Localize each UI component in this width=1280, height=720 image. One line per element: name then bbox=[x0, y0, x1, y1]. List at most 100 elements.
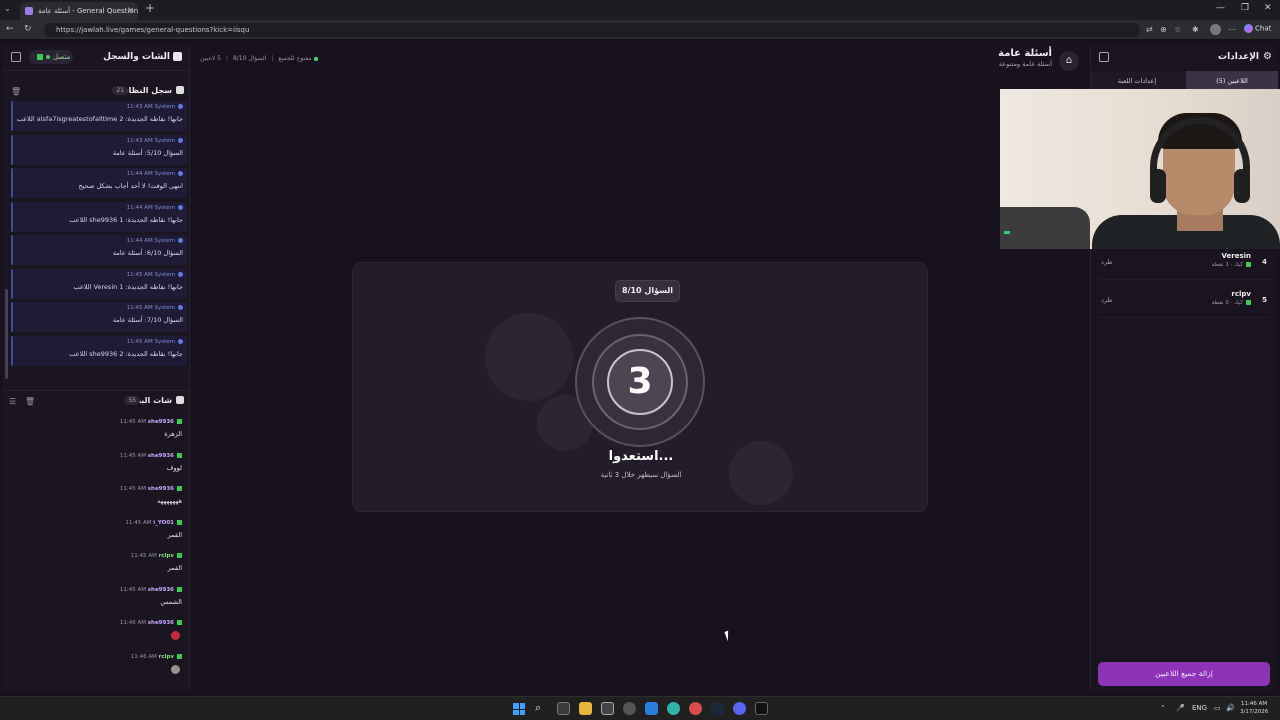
url-input[interactable]: https://jawlah.live/games/general-questi… bbox=[44, 23, 1140, 37]
minimize-icon[interactable]: — bbox=[1216, 3, 1225, 13]
chat-username[interactable]: i_YO01 bbox=[153, 520, 174, 526]
kick-logo-icon bbox=[37, 54, 43, 60]
kick-player-button[interactable]: طرد bbox=[1101, 296, 1113, 304]
remove-all-players-button[interactable]: إزالة جميع اللاعبين bbox=[1098, 662, 1270, 686]
microphone-icon[interactable]: 🎤 bbox=[1176, 704, 1185, 712]
kick-badge-icon bbox=[177, 519, 182, 525]
clear-chat-icon[interactable]: 🗑 bbox=[25, 397, 35, 406]
home-button[interactable]: ⌂ bbox=[1059, 51, 1079, 71]
log-message: اللاعب she9936 جابها! نقاطه الجديدة: 2 bbox=[69, 349, 183, 358]
start-button[interactable] bbox=[513, 703, 525, 715]
tab-list-icon[interactable]: ⌄ bbox=[4, 4, 11, 13]
kick-badge-icon bbox=[177, 653, 182, 659]
chat-emote-icon bbox=[171, 631, 180, 640]
filter-icon[interactable]: ☰ bbox=[9, 397, 16, 406]
log-message: السؤال 5/10: أسئلة عامة bbox=[112, 148, 183, 157]
chrome-icon[interactable] bbox=[689, 702, 702, 715]
player-rank: 4 bbox=[1262, 258, 1267, 266]
chat-message: 11:45 AM rclpv القمر bbox=[22, 553, 182, 583]
stream-chat-header: شات البث 55 ☰ 🗑 bbox=[3, 390, 190, 412]
player-name: Veresin bbox=[1221, 252, 1251, 260]
chat-username[interactable]: rclpv bbox=[159, 654, 174, 660]
chat-meta: 11:45 AM she9936 bbox=[120, 419, 182, 425]
browser-tabstrip: ⌄ أسئلة عامة - General Questions | ... ✕… bbox=[0, 0, 1280, 20]
home-icon: ⌂ bbox=[1065, 55, 1073, 66]
system-log-entry: 11:45 AM System اللاعب Veresin جابها! نقا… bbox=[11, 268, 187, 299]
search-icon[interactable]: ⌕ bbox=[535, 701, 541, 715]
player-score: كيك · 0 نقطة bbox=[1212, 300, 1251, 306]
new-tab-icon[interactable]: + bbox=[145, 1, 155, 15]
log-message: اللاعب Veresin جابها! نقاطه الجديدة: 1 bbox=[73, 282, 183, 291]
system-log-entry: 11:45 AM System اللاعب she9936 جابها! نقا… bbox=[11, 335, 187, 366]
system-clock[interactable]: 11:46 AM 3/17/2026 bbox=[1240, 700, 1268, 716]
tab-players[interactable]: اللاعبين (5) bbox=[1186, 71, 1278, 91]
close-window-icon[interactable]: ✕ bbox=[1264, 3, 1272, 13]
zoom-icon[interactable]: ⊕ bbox=[1160, 25, 1167, 34]
reload-icon[interactable]: ↻ bbox=[24, 24, 32, 34]
log-message: اللاعب alsfa7isgreatestofalltime جابها! … bbox=[16, 115, 183, 123]
profile-avatar[interactable] bbox=[1210, 24, 1221, 35]
bookmark-star-icon[interactable]: ☆ bbox=[1174, 25, 1181, 34]
chat-username[interactable]: she9936 bbox=[148, 620, 174, 626]
system-log-list[interactable]: 11:43 AM System اللاعب alsfa7isgreatestof… bbox=[11, 101, 187, 373]
chat-username[interactable]: she9936 bbox=[148, 587, 174, 593]
task-view-icon[interactable] bbox=[557, 702, 570, 715]
chat-emote-icon bbox=[171, 664, 180, 674]
file-explorer-icon[interactable] bbox=[579, 702, 592, 715]
log-time: 11:44 AM bbox=[126, 171, 153, 177]
settings-tabs: اللاعبين (5) إعدادات اللعبة bbox=[1091, 71, 1278, 91]
log-meta: 11:44 AM System bbox=[127, 204, 183, 211]
chat-message: 11:46 AM rclpv bbox=[22, 653, 182, 684]
system-log-entry: 11:45 AM System السؤال 7/10: أسئلة عامة bbox=[11, 302, 187, 332]
language-indicator[interactable]: ENG bbox=[1192, 704, 1207, 712]
mail-icon[interactable] bbox=[645, 702, 658, 715]
chat-username[interactable]: she9936 bbox=[148, 486, 174, 492]
tray-overflow-icon[interactable]: ⌃ bbox=[1160, 704, 1166, 712]
webcam-earcup-left bbox=[1150, 169, 1166, 203]
system-dot-icon bbox=[178, 171, 183, 176]
player-name: rclpv bbox=[1231, 290, 1251, 298]
steam-icon[interactable] bbox=[711, 702, 724, 715]
chat-button[interactable]: Chat bbox=[1244, 24, 1271, 33]
network-icon[interactable]: ▭ bbox=[1214, 704, 1221, 712]
obs-icon[interactable] bbox=[755, 702, 768, 715]
settings-app-icon[interactable] bbox=[623, 702, 636, 715]
discord-icon[interactable] bbox=[733, 702, 746, 715]
kick-badge-icon bbox=[177, 452, 182, 458]
edge-browser-icon[interactable] bbox=[667, 702, 680, 715]
menu-dots-icon[interactable]: ⋯ bbox=[1228, 25, 1236, 34]
volume-icon[interactable]: 🔊 bbox=[1226, 704, 1235, 712]
player-row: 4 Veresin كيك · 1 نقطة طرد bbox=[1099, 250, 1271, 280]
log-meta: 11:44 AM System bbox=[127, 171, 183, 177]
stream-chat-list[interactable]: 11:45 AM she9936 الزهرة 11:45 AM she9936 لو… bbox=[3, 419, 190, 687]
log-sender: System bbox=[154, 104, 175, 110]
collapse-panel-icon[interactable] bbox=[11, 52, 21, 62]
chat-username[interactable]: she9936 bbox=[148, 453, 174, 459]
chat-time: 11:45 AM bbox=[119, 586, 147, 593]
maximize-icon[interactable]: ❐ bbox=[1241, 3, 1249, 13]
windows-taskbar: ⌕ ⌃ 🎤 ENG ▭ 🔊 11:46 AM 3/17/2026 bbox=[0, 696, 1280, 720]
player-row: 5 rclpv كيك · 0 نقطة طرد bbox=[1099, 288, 1271, 318]
log-time: 11:43 AM bbox=[126, 104, 153, 110]
decor-bubble bbox=[485, 313, 573, 401]
chat-message: 11:46 AM she9936 bbox=[22, 620, 182, 650]
clock-time: 11:46 AM bbox=[1241, 701, 1268, 707]
chat-username[interactable]: she9936 bbox=[148, 419, 174, 425]
chat-message: 11:45 AM she9936 هههههههه bbox=[22, 486, 182, 516]
chat-text: الزهرة bbox=[164, 430, 182, 438]
kick-player-button[interactable]: طرد bbox=[1101, 258, 1113, 266]
extensions-icon[interactable]: ✱ bbox=[1192, 25, 1199, 34]
tab-game-settings[interactable]: إعدادات اللعبة bbox=[1091, 71, 1183, 91]
chat-username[interactable]: rclpv bbox=[159, 553, 174, 559]
clear-log-icon[interactable]: 🗑 bbox=[11, 87, 21, 96]
close-tab-icon[interactable]: ✕ bbox=[127, 2, 134, 20]
store-icon[interactable] bbox=[601, 702, 614, 715]
system-log-entry: 11:44 AM System السؤال 6/10: أسئلة عامة bbox=[11, 235, 187, 265]
back-icon[interactable]: ← bbox=[6, 24, 14, 34]
browser-tab[interactable]: أسئلة عامة - General Questions | ... ✕ bbox=[20, 2, 138, 20]
player-score: كيك · 1 نقطة bbox=[1212, 262, 1251, 268]
translate-icon[interactable]: ⇄ bbox=[1146, 25, 1153, 34]
collapse-right-panel-icon[interactable] bbox=[1099, 52, 1109, 62]
log-scrollbar[interactable] bbox=[5, 289, 8, 379]
chat-meta: 11:46 AM rclpv bbox=[131, 653, 182, 660]
